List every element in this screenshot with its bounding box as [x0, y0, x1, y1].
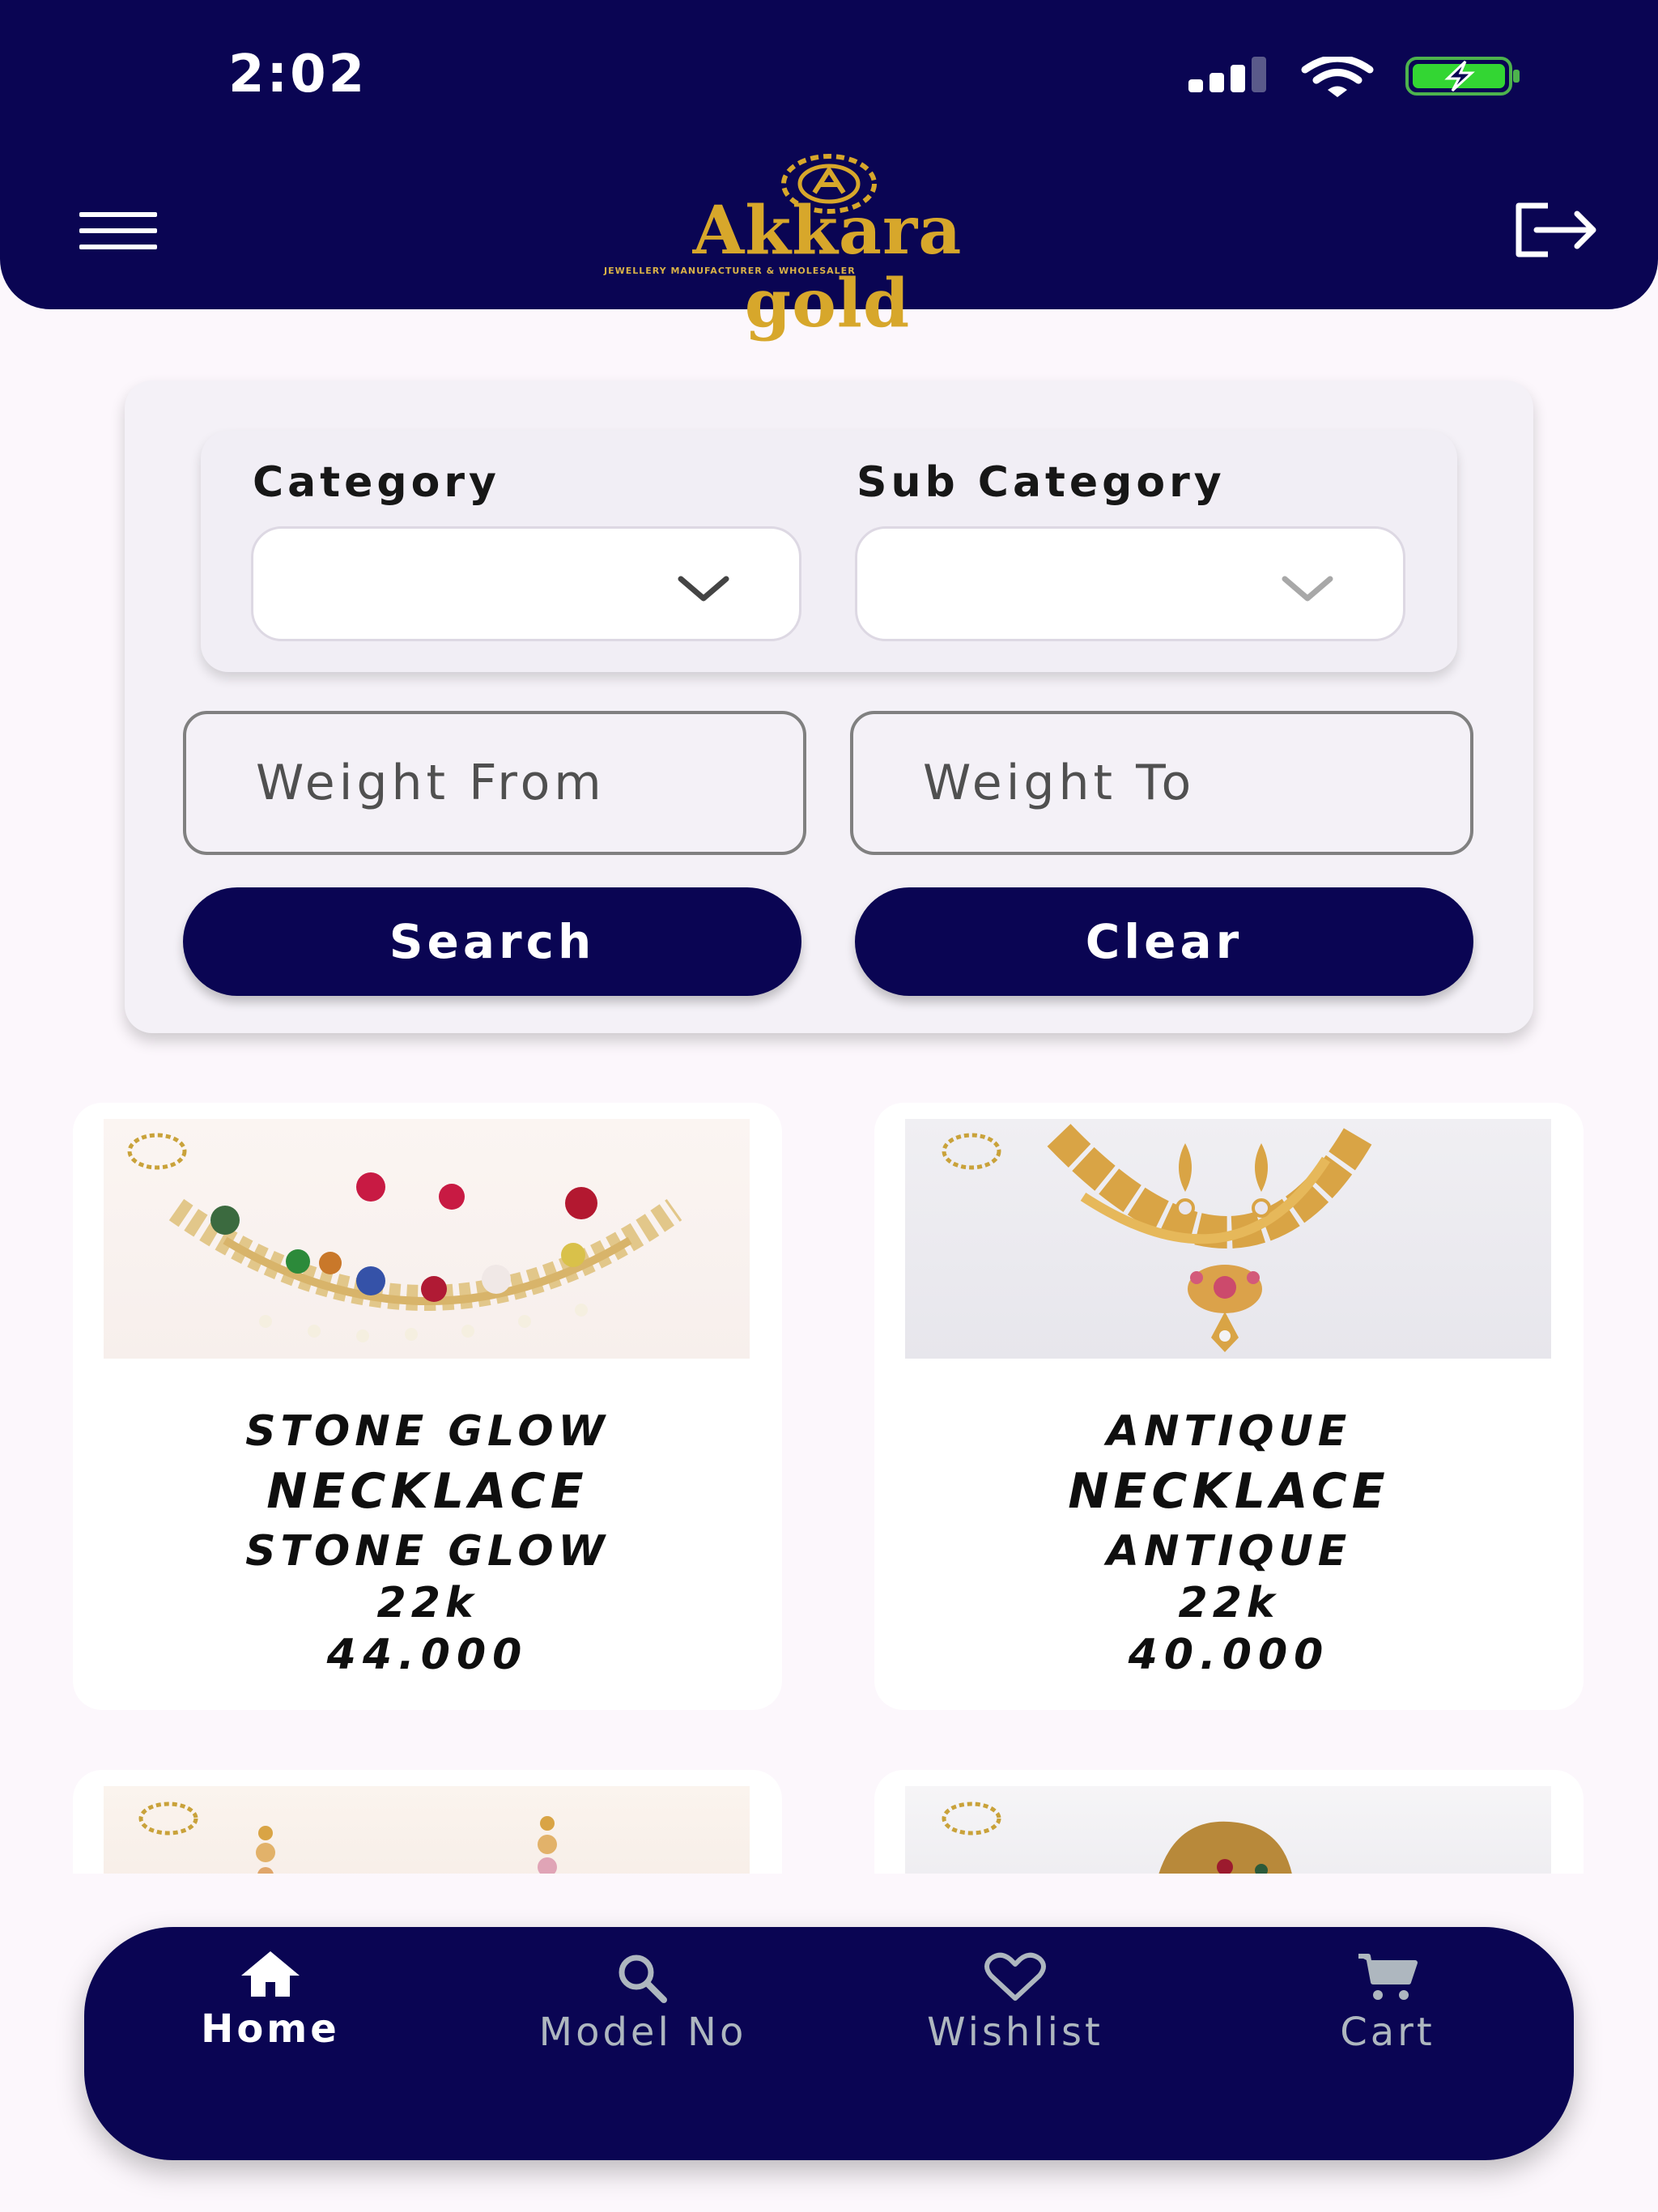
product-image [104, 1119, 750, 1359]
category-dropdown[interactable] [251, 526, 801, 641]
product-card[interactable]: STONE GLOW NECKLACE STONE GLOW 22k 44.00… [73, 1103, 782, 1710]
wifi-icon [1301, 57, 1374, 97]
brand-tagline: JEWELLERY MANUFACTURER & WHOLESALER [604, 266, 856, 276]
product-subcategory: ANTIQUE [1106, 1527, 1352, 1576]
bangle-image-icon [942, 1802, 1292, 1874]
product-card[interactable]: ANTIQUE NECKLACE ANTIQUE 22k 40.000 [874, 1103, 1584, 1710]
search-icon [619, 1955, 667, 2003]
product-karat: 22k [1178, 1579, 1280, 1627]
cellular-signal-icon [1188, 57, 1266, 92]
necklace-image-icon [942, 1124, 1373, 1352]
cart-icon [1358, 1954, 1418, 2000]
home-icon [241, 1951, 300, 1997]
search-button[interactable]: Search [183, 887, 801, 996]
nav-home[interactable]: Home [149, 1927, 392, 2073]
nav-wishlist[interactable]: Wishlist [894, 1930, 1137, 2076]
product-image [905, 1119, 1551, 1359]
app-header: 2:02 Akkara gold JEWELLERY MANUFACTURER … [0, 0, 1658, 340]
chevron-down-icon [1282, 576, 1333, 602]
logout-icon[interactable] [1512, 201, 1600, 259]
product-subcategory: STONE GLOW [245, 1527, 610, 1576]
nav-wishlist-label: Wishlist [927, 2010, 1103, 2055]
product-karat: 22k [376, 1579, 478, 1627]
battery-charging-icon [1405, 57, 1520, 96]
product-name: ANTIQUE [1106, 1407, 1352, 1456]
nav-model-no-label: Model No [538, 2010, 747, 2055]
heart-icon [984, 1952, 1046, 2001]
product-image [905, 1786, 1551, 1874]
bottom-navigation: Home Model No Wishlist Cart [84, 1927, 1574, 2160]
clear-button[interactable]: Clear [855, 887, 1473, 996]
product-weight: 40.000 [1128, 1631, 1330, 1679]
nav-home-label: Home [201, 2006, 340, 2052]
nav-cart-label: Cart [1340, 2010, 1435, 2055]
subcategory-label: Sub Category [857, 458, 1226, 507]
subcategory-dropdown[interactable] [855, 526, 1405, 641]
necklace-image-icon [127, 1133, 682, 1342]
product-weight: 44.000 [326, 1631, 529, 1679]
product-card[interactable] [874, 1770, 1584, 1874]
bracelet-image-icon [138, 1802, 557, 1874]
chevron-down-icon [678, 576, 729, 602]
product-card[interactable] [73, 1770, 782, 1874]
weight-from-input[interactable] [183, 711, 806, 855]
status-time: 2:02 [228, 45, 368, 104]
product-image [104, 1786, 750, 1874]
hamburger-menu-icon[interactable] [79, 212, 157, 249]
product-type: NECKLACE [266, 1463, 589, 1520]
product-list-partial-row [0, 1765, 1658, 1874]
weight-to-input[interactable] [850, 711, 1473, 855]
nav-cart[interactable]: Cart [1266, 1930, 1509, 2076]
category-label: Category [253, 458, 500, 507]
product-type: NECKLACE [1068, 1463, 1390, 1520]
product-name: STONE GLOW [245, 1407, 610, 1456]
nav-model-no[interactable]: Model No [521, 1930, 764, 2076]
